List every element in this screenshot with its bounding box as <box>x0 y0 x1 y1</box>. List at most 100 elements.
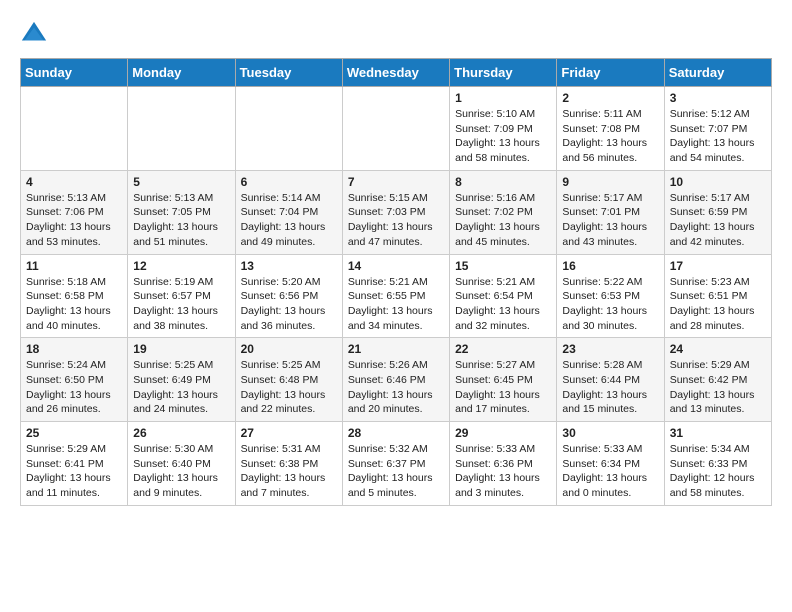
day-number: 12 <box>133 259 229 273</box>
day-cell-15: 12 Sunrise: 5:19 AM Sunset: 6:57 PM Dayli… <box>128 254 235 338</box>
day-cell-11: 8Sunrise: 5:16 AM Sunset: 7:02 PM Daylig… <box>450 170 557 254</box>
day-cell-34: 31 Sunrise: 5:34 AM Sunset: 6:33 PM Dayli… <box>664 422 771 506</box>
day-cell-33: 30 Sunrise: 5:33 AM Sunset: 6:34 PM Dayli… <box>557 422 664 506</box>
day-info: Sunrise: 5:10 AM Sunset: 7:09 PM Dayligh… <box>455 107 551 166</box>
day-info: Sunrise: 5:32 AM Sunset: 6:37 PM Dayligh… <box>348 442 444 501</box>
day-number: 26 <box>133 426 229 440</box>
day-cell-13: 10 Sunrise: 5:17 AM Sunset: 6:59 PM Dayli… <box>664 170 771 254</box>
day-cell-27: 24Sunrise: 5:29 AM Sunset: 6:42 PM Dayli… <box>664 338 771 422</box>
day-cell-9: 6 Sunrise: 5:14 AM Sunset: 7:04 PM Daylig… <box>235 170 342 254</box>
day-number: 27 <box>241 426 337 440</box>
day-info: Sunrise: 5:33 AM Sunset: 6:36 PM Dayligh… <box>455 442 551 501</box>
day-number: 22 <box>455 342 551 356</box>
day-info: Sunrise: 5:21 AM Sunset: 6:55 PM Dayligh… <box>348 275 444 334</box>
day-number: 2 <box>562 91 658 105</box>
day-info: Sunrise: 5:17 AM Sunset: 6:59 PM Dayligh… <box>670 191 766 250</box>
day-cell-8: 5Sunrise: 5:13 AM Sunset: 7:05 PM Daylig… <box>128 170 235 254</box>
day-cell-29: 26Sunrise: 5:30 AM Sunset: 6:40 PM Dayli… <box>128 422 235 506</box>
day-info: Sunrise: 5:11 AM Sunset: 7:08 PM Dayligh… <box>562 107 658 166</box>
day-info: Sunrise: 5:28 AM Sunset: 6:44 PM Dayligh… <box>562 358 658 417</box>
day-info: Sunrise: 5:25 AM Sunset: 6:48 PM Dayligh… <box>241 358 337 417</box>
day-number: 7 <box>348 175 444 189</box>
day-number: 3 <box>670 91 766 105</box>
day-cell-24: 21 Sunrise: 5:26 AM Sunset: 6:46 PM Dayli… <box>342 338 449 422</box>
day-info: Sunrise: 5:15 AM Sunset: 7:03 PM Dayligh… <box>348 191 444 250</box>
day-cell-23: 20 Sunrise: 5:25 AM Sunset: 6:48 PM Dayli… <box>235 338 342 422</box>
day-info: Sunrise: 5:23 AM Sunset: 6:51 PM Dayligh… <box>670 275 766 334</box>
day-cell-31: 28 Sunrise: 5:32 AM Sunset: 6:37 PM Dayli… <box>342 422 449 506</box>
header-tuesday: Tuesday <box>235 59 342 87</box>
day-info: Sunrise: 5:20 AM Sunset: 6:56 PM Dayligh… <box>241 275 337 334</box>
day-number: 28 <box>348 426 444 440</box>
day-cell-3 <box>342 87 449 171</box>
day-info: Sunrise: 5:18 AM Sunset: 6:58 PM Dayligh… <box>26 275 122 334</box>
day-cell-12: 9 Sunrise: 5:17 AM Sunset: 7:01 PM Daylig… <box>557 170 664 254</box>
day-info: Sunrise: 5:31 AM Sunset: 6:38 PM Dayligh… <box>241 442 337 501</box>
day-number: 10 <box>670 175 766 189</box>
day-number: 20 <box>241 342 337 356</box>
day-cell-4: 1 Sunrise: 5:10 AM Sunset: 7:09 PM Daylig… <box>450 87 557 171</box>
day-info: Sunrise: 5:29 AM Sunset: 6:41 PM Dayligh… <box>26 442 122 501</box>
day-info: Sunrise: 5:24 AM Sunset: 6:50 PM Dayligh… <box>26 358 122 417</box>
day-number: 23 <box>562 342 658 356</box>
week-row-4: 25Sunrise: 5:29 AM Sunset: 6:41 PM Dayli… <box>21 422 772 506</box>
day-cell-7: 4Sunrise: 5:13 AM Sunset: 7:06 PM Daylig… <box>21 170 128 254</box>
day-cell-6: 3 Sunrise: 5:12 AM Sunset: 7:07 PM Daylig… <box>664 87 771 171</box>
day-number: 29 <box>455 426 551 440</box>
page-header <box>20 20 772 48</box>
day-info: Sunrise: 5:26 AM Sunset: 6:46 PM Dayligh… <box>348 358 444 417</box>
header-wednesday: Wednesday <box>342 59 449 87</box>
day-cell-14: 11 Sunrise: 5:18 AM Sunset: 6:58 PM Dayli… <box>21 254 128 338</box>
day-info: Sunrise: 5:34 AM Sunset: 6:33 PM Dayligh… <box>670 442 766 501</box>
day-cell-5: 2 Sunrise: 5:11 AM Sunset: 7:08 PM Daylig… <box>557 87 664 171</box>
day-cell-16: 13Sunrise: 5:20 AM Sunset: 6:56 PM Dayli… <box>235 254 342 338</box>
day-cell-28: 25Sunrise: 5:29 AM Sunset: 6:41 PM Dayli… <box>21 422 128 506</box>
day-cell-32: 29 Sunrise: 5:33 AM Sunset: 6:36 PM Dayli… <box>450 422 557 506</box>
week-row-1: 4Sunrise: 5:13 AM Sunset: 7:06 PM Daylig… <box>21 170 772 254</box>
day-cell-2 <box>235 87 342 171</box>
day-cell-17: 14 Sunrise: 5:21 AM Sunset: 6:55 PM Dayli… <box>342 254 449 338</box>
day-number: 6 <box>241 175 337 189</box>
day-number: 1 <box>455 91 551 105</box>
day-cell-1 <box>128 87 235 171</box>
day-number: 11 <box>26 259 122 273</box>
header-row: SundayMondayTuesdayWednesdayThursdayFrid… <box>21 59 772 87</box>
day-number: 31 <box>670 426 766 440</box>
day-number: 24 <box>670 342 766 356</box>
header-monday: Monday <box>128 59 235 87</box>
day-info: Sunrise: 5:27 AM Sunset: 6:45 PM Dayligh… <box>455 358 551 417</box>
day-info: Sunrise: 5:21 AM Sunset: 6:54 PM Dayligh… <box>455 275 551 334</box>
day-info: Sunrise: 5:25 AM Sunset: 6:49 PM Dayligh… <box>133 358 229 417</box>
day-cell-26: 23 Sunrise: 5:28 AM Sunset: 6:44 PM Dayli… <box>557 338 664 422</box>
day-cell-21: 18Sunrise: 5:24 AM Sunset: 6:50 PM Dayli… <box>21 338 128 422</box>
day-info: Sunrise: 5:12 AM Sunset: 7:07 PM Dayligh… <box>670 107 766 166</box>
day-info: Sunrise: 5:22 AM Sunset: 6:53 PM Dayligh… <box>562 275 658 334</box>
day-cell-20: 17 Sunrise: 5:23 AM Sunset: 6:51 PM Dayli… <box>664 254 771 338</box>
day-cell-25: 22 Sunrise: 5:27 AM Sunset: 6:45 PM Dayli… <box>450 338 557 422</box>
day-cell-10: 7 Sunrise: 5:15 AM Sunset: 7:03 PM Daylig… <box>342 170 449 254</box>
day-cell-18: 15 Sunrise: 5:21 AM Sunset: 6:54 PM Dayli… <box>450 254 557 338</box>
day-number: 16 <box>562 259 658 273</box>
day-info: Sunrise: 5:17 AM Sunset: 7:01 PM Dayligh… <box>562 191 658 250</box>
day-number: 14 <box>348 259 444 273</box>
day-number: 17 <box>670 259 766 273</box>
day-number: 8 <box>455 175 551 189</box>
day-info: Sunrise: 5:33 AM Sunset: 6:34 PM Dayligh… <box>562 442 658 501</box>
calendar-table: SundayMondayTuesdayWednesdayThursdayFrid… <box>20 58 772 506</box>
day-number: 5 <box>133 175 229 189</box>
week-row-3: 18Sunrise: 5:24 AM Sunset: 6:50 PM Dayli… <box>21 338 772 422</box>
header-saturday: Saturday <box>664 59 771 87</box>
week-row-2: 11 Sunrise: 5:18 AM Sunset: 6:58 PM Dayli… <box>21 254 772 338</box>
day-number: 21 <box>348 342 444 356</box>
week-row-0: 1 Sunrise: 5:10 AM Sunset: 7:09 PM Daylig… <box>21 87 772 171</box>
day-info: Sunrise: 5:19 AM Sunset: 6:57 PM Dayligh… <box>133 275 229 334</box>
day-number: 15 <box>455 259 551 273</box>
header-friday: Friday <box>557 59 664 87</box>
day-info: Sunrise: 5:14 AM Sunset: 7:04 PM Dayligh… <box>241 191 337 250</box>
day-cell-19: 16 Sunrise: 5:22 AM Sunset: 6:53 PM Dayli… <box>557 254 664 338</box>
logo <box>20 20 52 48</box>
day-cell-30: 27 Sunrise: 5:31 AM Sunset: 6:38 PM Dayli… <box>235 422 342 506</box>
day-number: 9 <box>562 175 658 189</box>
day-number: 30 <box>562 426 658 440</box>
day-number: 4 <box>26 175 122 189</box>
